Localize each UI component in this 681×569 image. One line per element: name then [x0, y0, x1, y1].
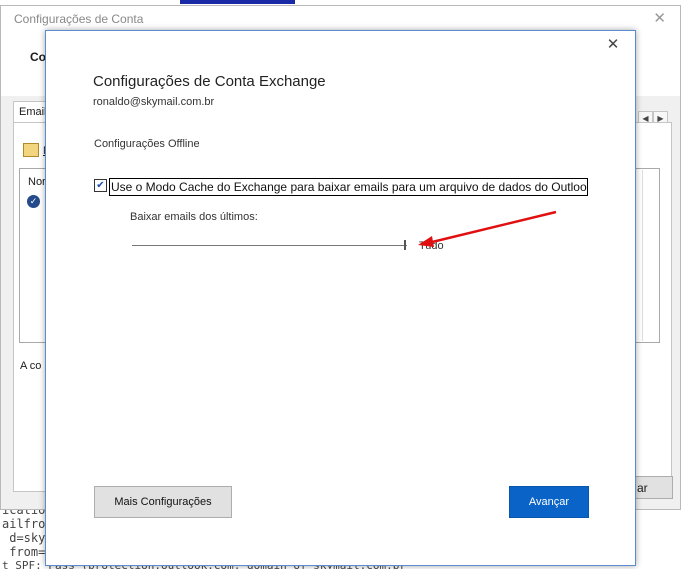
next-button[interactable]: Avançar [509, 486, 589, 518]
default-account-check-icon: ✓ [27, 195, 40, 208]
cache-mode-label[interactable]: Use o Modo Cache do Exchange para baixar… [109, 178, 588, 196]
exchange-settings-dialog: ✕ Configurações de Conta Exchange ronald… [45, 30, 636, 566]
annotation-arrow-shaft [427, 210, 557, 245]
download-period-slider-thumb[interactable] [404, 240, 406, 250]
close-icon[interactable]: ✕ [605, 37, 621, 53]
offline-settings-heading: Configurações Offline [94, 138, 200, 150]
background-title-fragment [180, 0, 295, 4]
download-period-label: Baixar emails dos últimos: [130, 211, 258, 223]
parent-close-button[interactable]: ar [633, 476, 673, 499]
parent-window-title: Configurações de Conta [14, 12, 144, 26]
download-period-slider[interactable] [132, 245, 407, 246]
annotation-arrow-head [418, 236, 434, 247]
parent-close-icon[interactable]: ✕ [653, 9, 666, 27]
cache-mode-checkbox[interactable]: ✔ [94, 179, 107, 192]
account-email: ronaldo@skymail.com.br [93, 96, 215, 108]
more-settings-button[interactable]: Mais Configurações [94, 486, 232, 518]
accounts-list-scrollbar[interactable] [642, 170, 658, 341]
annotation-arrow-icon [418, 210, 557, 247]
new-account-envelope-icon[interactable] [23, 143, 39, 157]
parent-footer-text: A co [20, 360, 42, 372]
dialog-title: Configurações de Conta Exchange [93, 73, 326, 90]
accounts-list-name-column: Nor [28, 176, 46, 188]
parent-header-text: Co [30, 50, 46, 64]
